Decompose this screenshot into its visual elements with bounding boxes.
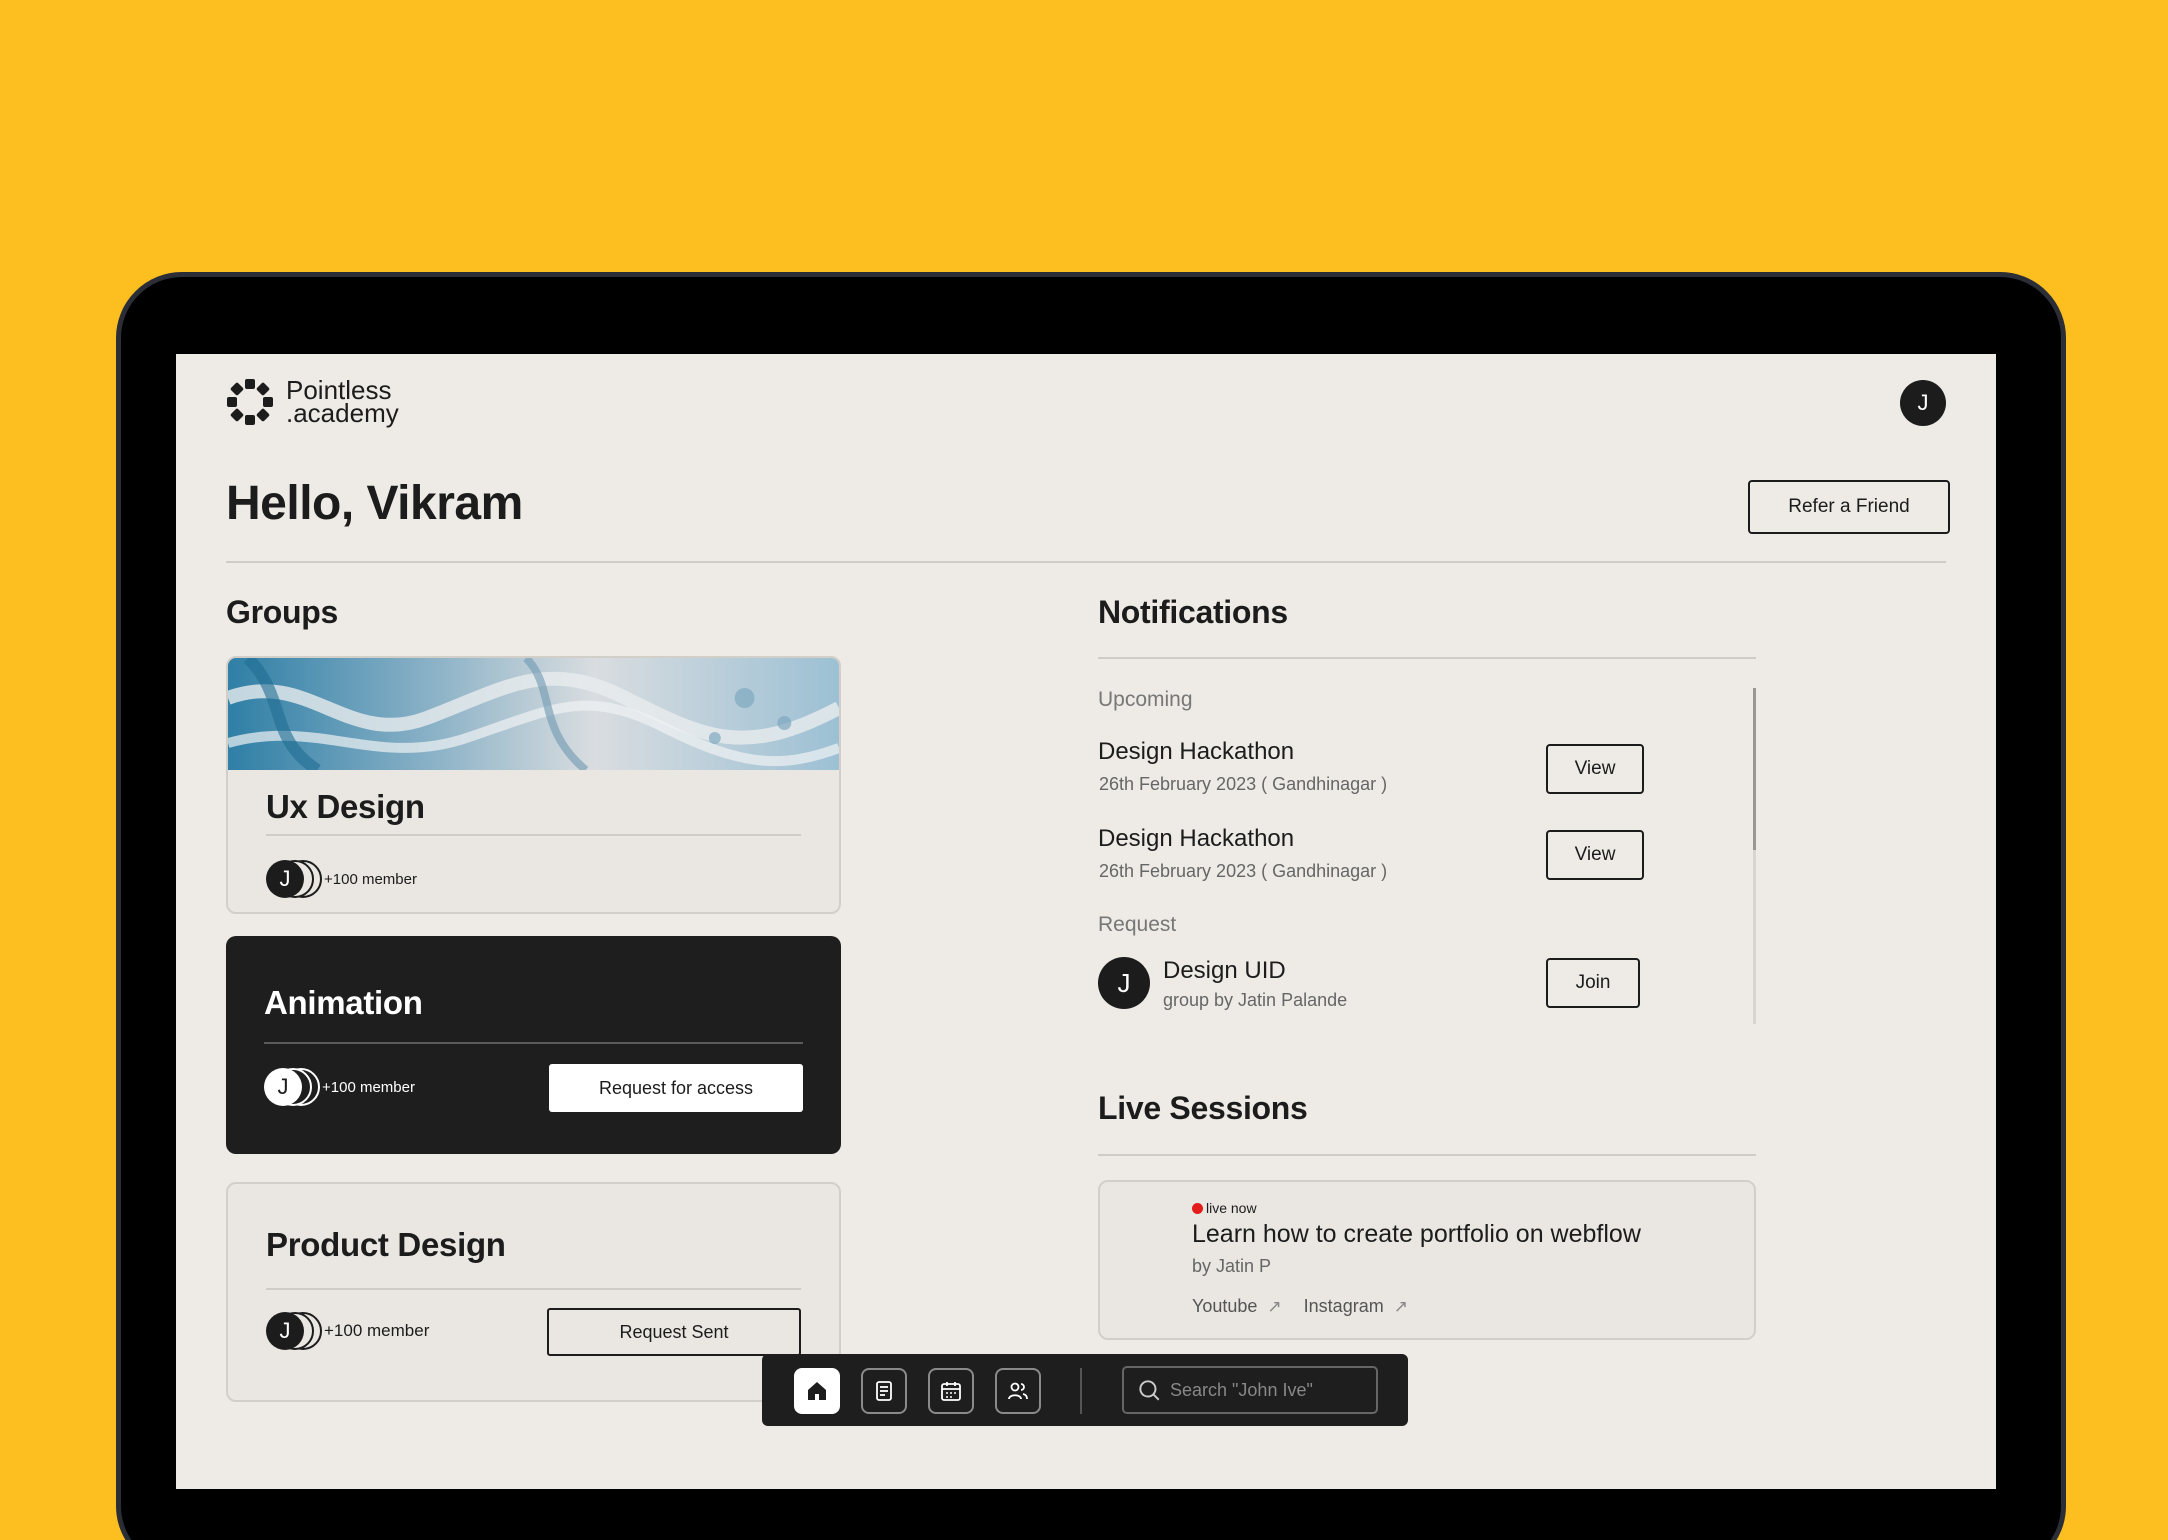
scrollbar-thumb[interactable] bbox=[1753, 688, 1756, 850]
groups-heading: Groups bbox=[226, 594, 338, 630]
request-subtitle: group by Jatin Palande bbox=[1163, 990, 1348, 1010]
external-link-icon: ↗ bbox=[1393, 1296, 1408, 1316]
dock-users-button[interactable] bbox=[995, 1368, 1041, 1414]
group-name: Ux Design bbox=[266, 788, 425, 825]
member-avatar: J bbox=[266, 1312, 304, 1350]
live-dot-icon bbox=[1192, 1202, 1203, 1214]
request-avatar: J bbox=[1098, 957, 1150, 1009]
live-badge: live now bbox=[1192, 1200, 1257, 1216]
live-session-host: by Jatin P bbox=[1192, 1256, 1272, 1276]
member-count-label: +100 member bbox=[324, 870, 417, 888]
instagram-link[interactable]: Instagram ↗ bbox=[1304, 1296, 1408, 1317]
group-name: Product Design bbox=[266, 1226, 506, 1263]
youtube-link[interactable]: Youtube ↗ bbox=[1192, 1296, 1282, 1317]
notifications-heading: Notifications bbox=[1098, 594, 1288, 630]
view-button[interactable]: View bbox=[1546, 830, 1644, 880]
group-banner-image bbox=[228, 658, 839, 776]
member-avatars: J bbox=[266, 860, 322, 898]
member-count-label: +100 member bbox=[322, 1078, 415, 1096]
brand-logo[interactable]: Pointless .academy bbox=[226, 377, 399, 428]
dock-notes-button[interactable] bbox=[861, 1368, 907, 1414]
card-divider bbox=[264, 1042, 803, 1044]
view-button[interactable]: View bbox=[1546, 744, 1644, 794]
brand-line-2: .academy bbox=[286, 398, 399, 428]
notification-subtitle: 26th February 2023 ( Gandhinagar ) bbox=[1099, 774, 1388, 794]
bottom-dock bbox=[762, 1354, 1408, 1426]
refer-friend-button[interactable]: Refer a Friend bbox=[1748, 480, 1950, 534]
live-sessions-divider bbox=[1098, 1154, 1756, 1156]
group-card-animation[interactable]: Animation J +100 member Request for acce… bbox=[226, 936, 841, 1154]
member-avatars: J bbox=[264, 1068, 320, 1106]
live-badge-label: live now bbox=[1206, 1200, 1257, 1216]
notifications-scrollbar[interactable] bbox=[1753, 688, 1756, 1024]
card-divider bbox=[266, 1288, 801, 1290]
search-input[interactable] bbox=[1170, 1379, 1370, 1401]
member-avatar: J bbox=[264, 1068, 302, 1106]
right-column: Notifications Upcoming Design Hackathon … bbox=[1098, 354, 1756, 1489]
users-icon bbox=[1008, 1382, 1028, 1400]
member-count: J +100 member bbox=[266, 1312, 429, 1350]
calendar-icon bbox=[941, 1382, 961, 1401]
page-title: Hello, Vikram bbox=[226, 477, 523, 530]
request-title: Design UID bbox=[1163, 957, 1286, 984]
group-card-product-design[interactable]: Product Design J +100 member Request Sen… bbox=[226, 1182, 841, 1402]
notification-title: Design Hackathon bbox=[1098, 738, 1295, 765]
group-card-ux-design[interactable]: Ux Design J +100 member bbox=[226, 656, 841, 914]
dock-separator bbox=[1080, 1368, 1082, 1414]
member-avatars: J bbox=[266, 1312, 322, 1350]
member-count: J +100 member bbox=[264, 1068, 415, 1106]
logo-icon bbox=[227, 379, 273, 425]
user-avatar[interactable]: J bbox=[1900, 380, 1946, 426]
join-button[interactable]: Join bbox=[1546, 958, 1640, 1008]
request-access-button[interactable]: Request for access bbox=[549, 1064, 803, 1112]
member-count-label: +100 member bbox=[324, 1321, 430, 1340]
app-screen: Pointless .academy J Hello, Vikram Refer… bbox=[176, 354, 1996, 1489]
notification-subtitle: 26th February 2023 ( Gandhinagar ) bbox=[1099, 861, 1388, 881]
card-divider bbox=[266, 834, 801, 836]
search-icon bbox=[1139, 1380, 1160, 1401]
dock-calendar-button[interactable] bbox=[928, 1368, 974, 1414]
notes-icon bbox=[876, 1381, 892, 1401]
brand-name: Pointless .academy bbox=[286, 377, 399, 428]
external-link-icon: ↗ bbox=[1267, 1296, 1282, 1316]
live-sessions-heading: Live Sessions bbox=[1098, 1090, 1308, 1126]
group-name: Animation bbox=[264, 984, 423, 1021]
upcoming-label: Upcoming bbox=[1098, 688, 1193, 711]
member-count: J +100 member bbox=[266, 860, 417, 898]
notification-title: Design Hackathon bbox=[1098, 825, 1295, 852]
live-session-title: Learn how to create portfolio on webflow bbox=[1192, 1220, 1641, 1248]
home-icon bbox=[808, 1382, 826, 1400]
member-avatar: J bbox=[266, 860, 304, 898]
dock-search[interactable] bbox=[1122, 1366, 1378, 1414]
live-session-card[interactable]: live now Learn how to create portfolio o… bbox=[1098, 1180, 1756, 1340]
live-session-links: Youtube ↗ Instagram ↗ bbox=[1192, 1296, 1408, 1317]
dock-home-button[interactable] bbox=[794, 1368, 840, 1414]
notifications-divider bbox=[1098, 657, 1756, 659]
request-label: Request bbox=[1098, 913, 1177, 936]
request-sent-button[interactable]: Request Sent bbox=[547, 1308, 801, 1356]
